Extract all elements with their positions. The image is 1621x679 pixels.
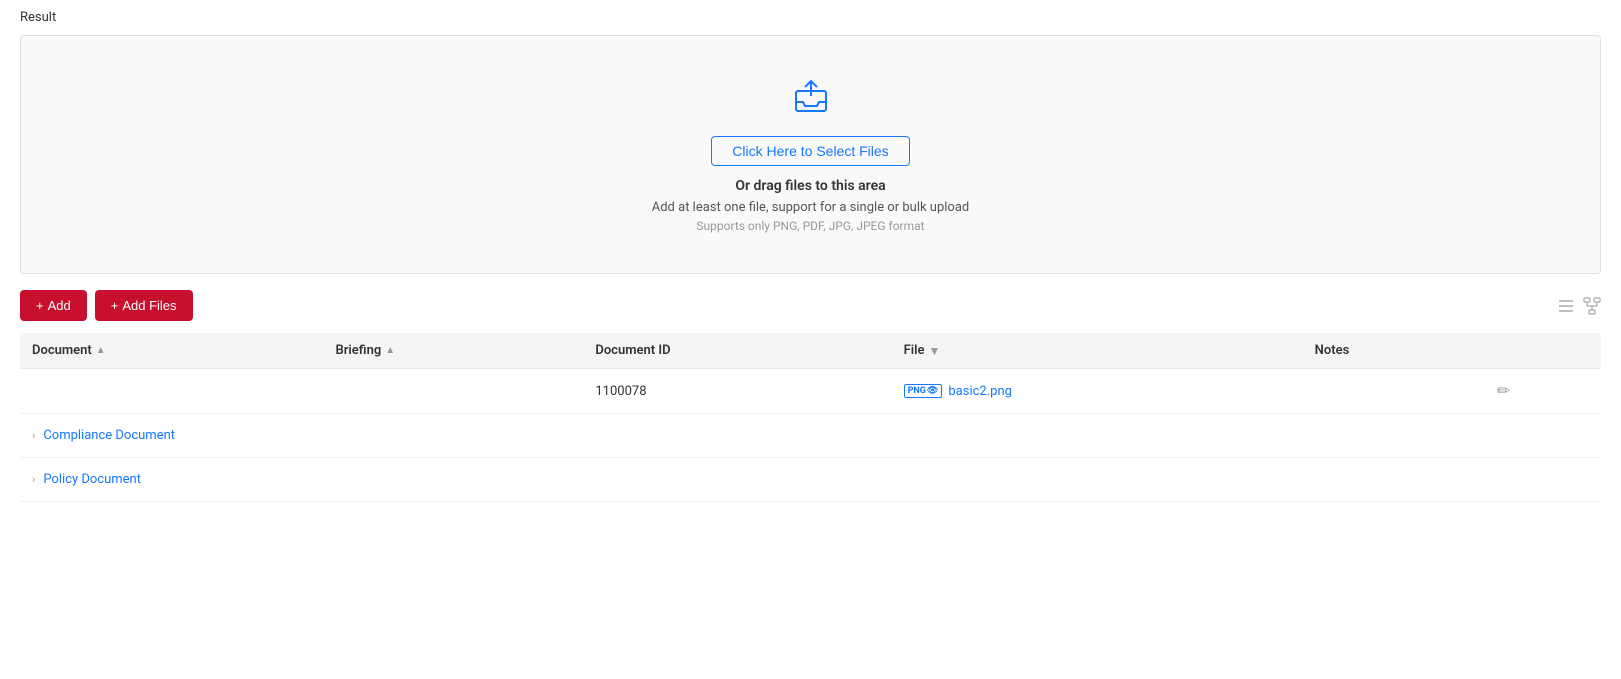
sort-icon-briefing[interactable]: ▲ [385,345,395,356]
add-button-label: Add [48,298,71,313]
add-button[interactable]: + Add [20,290,87,321]
plus-icon-2: + [111,298,119,313]
support-format-text: Supports only PNG, PDF, JPG, JPEG format [696,219,924,233]
list-view-button[interactable] [1557,297,1575,315]
upload-icon [791,76,831,120]
file-link[interactable]: basic2.png [948,384,1012,399]
toolbar: + Add + Add Files [20,290,1601,321]
toolbar-left: + Add + Add Files [20,290,193,321]
column-document-id: Document ID [583,333,891,369]
column-briefing: Briefing ▲ [324,333,584,369]
cell-briefing [324,369,584,414]
tree-cell-compliance: › Compliance Document [20,414,1601,458]
toolbar-right [1557,297,1601,315]
select-files-button[interactable]: Click Here to Select Files [711,136,909,166]
png-badge: PNG 👁 [904,384,943,398]
cell-file: PNG 👁 basic2.png [892,369,1303,414]
documents-table: Document ▲ Briefing ▲ Document ID File [20,333,1601,502]
column-file: File ▼ [892,333,1303,369]
filter-icon-file[interactable]: ▼ [929,344,941,358]
edit-button[interactable]: ✏ [1497,381,1510,401]
cell-edit: ✏ [1485,369,1601,414]
sort-icon-document[interactable]: ▲ [96,345,106,356]
cell-document-id: 1100078 [583,369,891,414]
chevron-icon-policy[interactable]: › [32,473,35,486]
support-text: Add at least one file, support for a sin… [652,200,970,215]
column-notes: Notes [1303,333,1485,369]
chevron-icon-compliance[interactable]: › [32,429,35,442]
drag-text: Or drag files to this area [735,178,885,194]
cell-notes [1303,369,1485,414]
column-actions [1485,333,1601,369]
cell-document [20,369,324,414]
png-badge-text: PNG [908,386,926,396]
tree-row-compliance: › Compliance Document [20,414,1601,458]
eye-icon: 👁 [927,386,938,396]
compliance-document-label[interactable]: Compliance Document [43,428,175,443]
policy-document-label[interactable]: Policy Document [43,472,141,487]
tree-cell-policy: › Policy Document [20,458,1601,502]
tree-row-policy: › Policy Document [20,458,1601,502]
hierarchy-view-button[interactable] [1583,297,1601,315]
result-label: Result [20,10,1601,25]
plus-icon: + [36,298,44,313]
column-document: Document ▲ [20,333,324,369]
add-files-button-label: Add Files [122,298,176,313]
table-row: 1100078 PNG 👁 basic2.png ✏ [20,369,1601,414]
add-files-button[interactable]: + Add Files [95,290,193,321]
upload-zone[interactable]: Click Here to Select Files Or drag files… [20,35,1601,274]
page-container: Result Click Here to Select Files Or dra… [0,0,1621,512]
